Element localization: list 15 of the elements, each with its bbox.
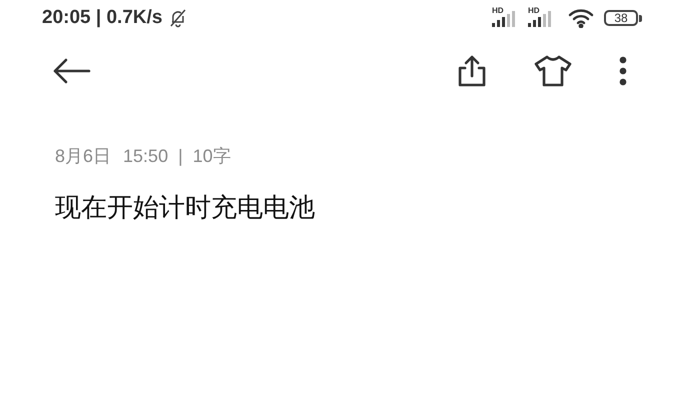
more-icon[interactable] bbox=[618, 56, 628, 86]
bell-off-icon bbox=[168, 8, 188, 28]
battery-icon: 38 bbox=[604, 10, 638, 26]
status-time: 20:05 | 0.7K/s bbox=[42, 7, 162, 29]
hd-label: HD bbox=[492, 7, 504, 15]
hd-label: HD bbox=[528, 7, 540, 15]
note-text: 现在开始计时充电电池 bbox=[55, 192, 316, 225]
share-icon[interactable] bbox=[456, 54, 488, 88]
separator: | bbox=[178, 146, 183, 166]
note-time: 15:50 bbox=[123, 146, 168, 166]
note-date: 8月6日 bbox=[55, 145, 112, 168]
word-count: 10字 bbox=[192, 145, 231, 168]
back-icon[interactable] bbox=[52, 58, 92, 84]
tshirt-icon[interactable] bbox=[534, 55, 572, 87]
wifi-icon bbox=[568, 8, 594, 28]
